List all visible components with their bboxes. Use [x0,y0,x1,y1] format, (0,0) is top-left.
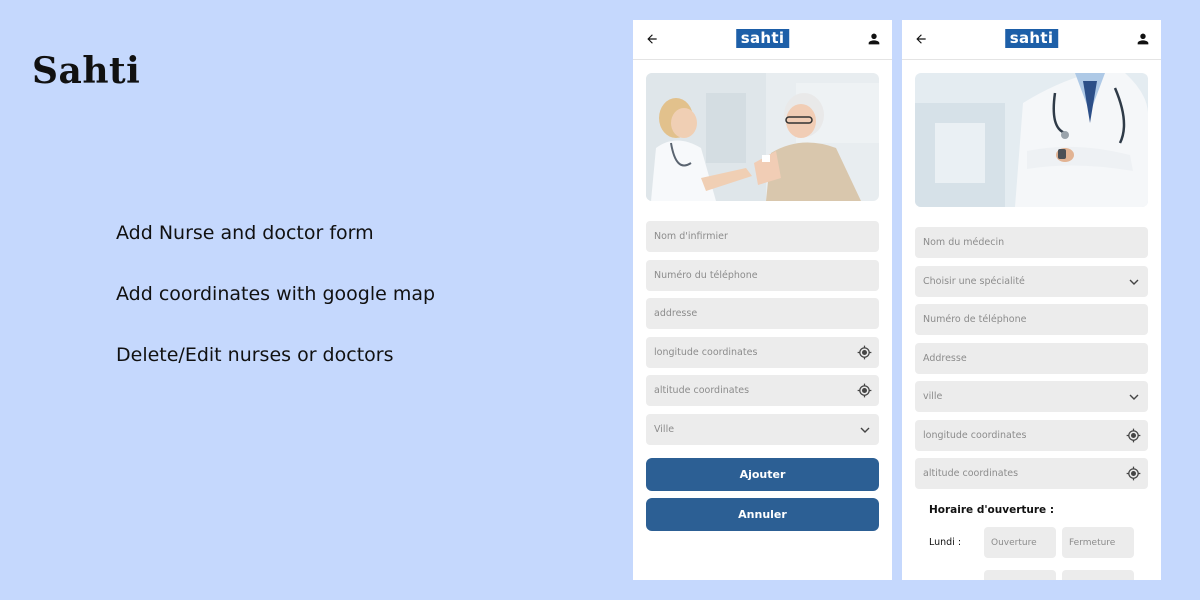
sahti-logo: sahti [735,29,790,48]
hours-row-monday: Lundi : Ouverture Fermeture [902,527,1161,559]
chevron-down-icon [860,427,870,433]
location-target-icon[interactable] [1126,428,1141,443]
user-profile-icon[interactable] [1135,31,1151,47]
nurse-form-screen: sahti Nom d'infirmier Numéro du téléphon… [633,20,892,580]
doctor-name-input[interactable]: Nom du médecin [915,227,1148,258]
field-placeholder: longitude coordinates [923,429,1027,441]
field-placeholder: addresse [654,308,698,319]
field-placeholder: altitude coordinates [654,385,750,396]
day-label: Lundi : [929,537,962,548]
field-placeholder: Ville [654,423,675,435]
specialty-select[interactable]: Choisir une spécialité [915,265,1148,297]
city-select[interactable]: ville [915,381,1148,412]
top-app-bar: sahti [633,20,892,60]
field-placeholder: Numéro de téléphone [923,314,1027,325]
sahti-logo: sahti [1004,29,1059,48]
chevron-down-icon [1129,394,1139,400]
location-target-icon[interactable] [1126,466,1141,481]
feature-item: Delete/Edit nurses or doctors [116,344,394,366]
altitude-input[interactable]: altitude coordinates [915,458,1148,489]
feature-list: Add Nurse and doctor form Add coordinate… [116,222,435,405]
opening-hours-title: Horaire d'ouverture : [929,504,1055,516]
location-target-icon[interactable] [857,345,872,360]
add-button[interactable]: Ajouter [646,457,879,491]
opening-time-input[interactable]: Ouverture [984,527,1056,558]
field-placeholder: Nom du médecin [923,237,1005,248]
feature-item: Add coordinates with google map [116,283,436,305]
closing-time-input[interactable]: Fermeture [1062,527,1134,558]
back-arrow-icon[interactable] [914,32,928,46]
field-placeholder: longitude coordinates [654,346,758,358]
nurse-hero-image [646,73,879,201]
field-placeholder: altitude coordinates [923,468,1019,479]
phone-number-input[interactable]: Numéro du téléphone [646,259,879,291]
city-select[interactable]: Ville [646,413,879,445]
doctor-form: Nom du médecin Choisir une spécialité Nu… [902,227,1161,489]
chevron-down-icon [1129,279,1139,285]
location-target-icon[interactable] [857,383,872,398]
cancel-button[interactable]: Annuler [646,497,879,531]
top-app-bar: sahti [902,20,1161,60]
field-placeholder: Addresse [923,352,967,364]
nurse-name-input[interactable]: Nom d'infirmier [646,221,879,252]
closing-time-input[interactable] [1062,570,1134,580]
feature-item: Add Nurse and doctor form [116,222,374,244]
phone-number-input[interactable]: Numéro de téléphone [915,304,1148,335]
hours-row-next [902,570,1161,580]
field-placeholder: Nom d'infirmier [654,231,728,242]
back-arrow-icon[interactable] [645,32,659,46]
longitude-input[interactable]: longitude coordinates [646,336,879,368]
app-title: Sahti [32,50,141,92]
field-placeholder: Numéro du téléphone [654,269,758,281]
nurse-form: Nom d'infirmier Numéro du téléphone addr… [633,221,892,445]
opening-time-input[interactable] [984,570,1056,580]
doctor-hero-image [915,73,1148,207]
user-profile-icon[interactable] [866,31,882,47]
field-placeholder: ville [923,391,943,402]
address-input[interactable]: addresse [646,298,879,329]
altitude-input[interactable]: altitude coordinates [646,375,879,406]
address-input[interactable]: Addresse [915,342,1148,374]
longitude-input[interactable]: longitude coordinates [915,419,1148,451]
field-placeholder: Choisir une spécialité [923,275,1025,287]
doctor-form-screen: sahti Nom du médecin Choisir une spécial… [902,20,1161,580]
